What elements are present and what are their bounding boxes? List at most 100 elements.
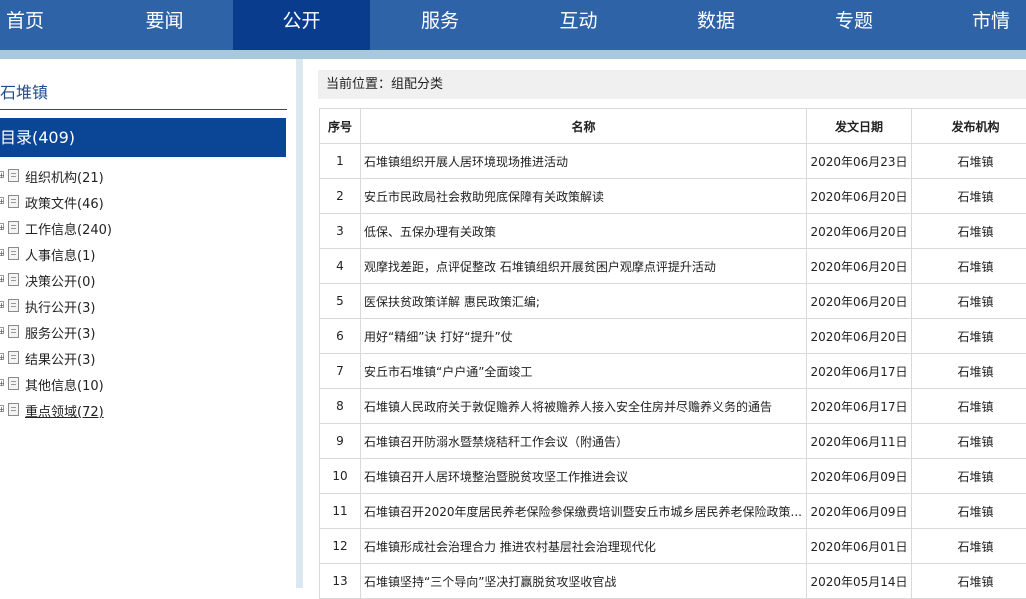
- expand-icon[interactable]: +: [0, 171, 4, 178]
- tree-item-label[interactable]: 政策文件(46): [25, 193, 104, 212]
- row-title-link[interactable]: 低保、五保办理有关政策: [361, 214, 807, 249]
- table-row: 11 石堆镇召开2020年度居民养老保险参保缴费培训暨安丘市城乡居民养老保险政策…: [320, 494, 1026, 529]
- row-num: 9: [320, 424, 361, 459]
- table-row: 2 安丘市民政局社会救助兜底保障有关政策解读 2020年06月20日 石堆镇: [320, 179, 1026, 214]
- row-date: 2020年05月14日: [807, 564, 912, 599]
- table-row: 5 医保扶贫政策详解 惠民政策汇编; 2020年06月20日 石堆镇: [320, 284, 1026, 319]
- tree-item-label[interactable]: 人事信息(1): [25, 245, 95, 264]
- document-icon: [8, 299, 19, 312]
- expand-icon[interactable]: +: [0, 353, 4, 360]
- nav-item-public[interactable]: 公开: [233, 0, 370, 50]
- row-num: 13: [320, 564, 361, 599]
- row-title-link[interactable]: 安丘市石堆镇“户户通”全面竣工: [361, 354, 807, 389]
- row-org: 石堆镇: [912, 529, 1026, 564]
- row-org: 石堆镇: [912, 319, 1026, 354]
- expand-icon[interactable]: +: [0, 327, 4, 334]
- row-date: 2020年06月20日: [807, 249, 912, 284]
- directory-header[interactable]: 目录(409): [0, 118, 286, 157]
- table-row: 6 用好“精细”诀 打好“提升”仗 2020年06月20日 石堆镇: [320, 319, 1026, 354]
- tree-item-label[interactable]: 决策公开(0): [25, 271, 95, 290]
- nav-item-news[interactable]: 要闻: [96, 0, 233, 50]
- row-org: 石堆镇: [912, 214, 1026, 249]
- town-divider: [0, 109, 287, 110]
- row-date: 2020年06月17日: [807, 389, 912, 424]
- header-date: 发文日期: [807, 109, 912, 144]
- top-nav: 首页 要闻 公开 服务 互动 数据 专题 市情: [0, 0, 1026, 50]
- row-org: 石堆镇: [912, 354, 1026, 389]
- nav-item-interact[interactable]: 互动: [510, 0, 647, 50]
- row-title-link[interactable]: 石堆镇组织开展人居环境现场推进活动: [361, 144, 807, 179]
- expand-icon[interactable]: +: [0, 249, 4, 256]
- table-row: 13 石堆镇坚持“三个导向”坚决打赢脱贫攻坚收官战 2020年05月14日 石堆…: [320, 564, 1026, 599]
- document-table: 序号 名称 发文日期 发布机构 1 石堆镇组织开展人居环境现场推进活动 2020…: [319, 108, 1026, 599]
- nav-item-data[interactable]: 数据: [647, 0, 785, 50]
- table-row: 10 石堆镇召开人居环境整治暨脱贫攻坚工作推进会议 2020年06月09日 石堆…: [320, 459, 1026, 494]
- row-num: 1: [320, 144, 361, 179]
- tree-item-label[interactable]: 其他信息(10): [25, 375, 104, 394]
- document-icon: [8, 221, 19, 234]
- row-num: 12: [320, 529, 361, 564]
- row-num: 5: [320, 284, 361, 319]
- nav-item-topic[interactable]: 专题: [785, 0, 923, 50]
- row-title-link[interactable]: 石堆镇召开防溺水暨禁烧秸秆工作会议（附通告）: [361, 424, 807, 459]
- row-num: 8: [320, 389, 361, 424]
- table-row: 12 石堆镇形成社会治理合力 推进农村基层社会治理现代化 2020年06月01日…: [320, 529, 1026, 564]
- expand-icon[interactable]: +: [0, 405, 4, 412]
- table-row: 3 低保、五保办理有关政策 2020年06月20日 石堆镇: [320, 214, 1026, 249]
- nav-item-home[interactable]: 首页: [0, 0, 64, 50]
- tree-item-label[interactable]: 工作信息(240): [25, 219, 112, 238]
- table-header-row: 序号 名称 发文日期 发布机构: [320, 109, 1026, 144]
- row-org: 石堆镇: [912, 424, 1026, 459]
- row-title-link[interactable]: 用好“精细”诀 打好“提升”仗: [361, 319, 807, 354]
- row-org: 石堆镇: [912, 494, 1026, 529]
- row-title-link[interactable]: 石堆镇坚持“三个导向”坚决打赢脱贫攻坚收官战: [361, 564, 807, 599]
- town-title[interactable]: 石堆镇: [0, 79, 48, 103]
- row-title-link[interactable]: 石堆镇形成社会治理合力 推进农村基层社会治理现代化: [361, 529, 807, 564]
- row-title-link[interactable]: 石堆镇召开人居环境整治暨脱贫攻坚工作推进会议: [361, 459, 807, 494]
- row-date: 2020年06月20日: [807, 179, 912, 214]
- tree-item-label[interactable]: 重点领域(72): [25, 401, 104, 420]
- tree-item-label[interactable]: 结果公开(3): [25, 349, 95, 368]
- document-icon: [8, 351, 19, 364]
- document-icon: [8, 195, 19, 208]
- document-icon: [8, 377, 19, 390]
- header-org: 发布机构: [912, 109, 1026, 144]
- row-num: 4: [320, 249, 361, 284]
- row-title-link[interactable]: 观摩找差距，点评促整改 石堆镇组织开展贫困户观摩点评提升活动: [361, 249, 807, 284]
- expand-icon[interactable]: +: [0, 379, 4, 386]
- row-org: 石堆镇: [912, 564, 1026, 599]
- table-row: 7 安丘市石堆镇“户户通”全面竣工 2020年06月17日 石堆镇: [320, 354, 1026, 389]
- row-num: 11: [320, 494, 361, 529]
- tree-item-label[interactable]: 组织机构(21): [25, 167, 104, 186]
- row-org: 石堆镇: [912, 459, 1026, 494]
- document-icon: [8, 169, 19, 182]
- breadcrumb: 当前位置：组配分类: [318, 70, 1026, 99]
- nav-item-city-info[interactable]: 市情: [954, 0, 1026, 50]
- tree-item-label[interactable]: 执行公开(3): [25, 297, 95, 316]
- expand-icon[interactable]: +: [0, 223, 4, 230]
- row-org: 石堆镇: [912, 389, 1026, 424]
- sidebar-separator: [296, 59, 303, 588]
- row-date: 2020年06月20日: [807, 284, 912, 319]
- row-org: 石堆镇: [912, 284, 1026, 319]
- row-date: 2020年06月11日: [807, 424, 912, 459]
- row-date: 2020年06月23日: [807, 144, 912, 179]
- row-title-link[interactable]: 石堆镇人民政府关于敦促赡养人将被赡养人接入安全住房并尽赡养义务的通告: [361, 389, 807, 424]
- row-num: 7: [320, 354, 361, 389]
- tree-item-label[interactable]: 服务公开(3): [25, 323, 95, 342]
- row-title-link[interactable]: 医保扶贫政策详解 惠民政策汇编;: [361, 284, 807, 319]
- header-name: 名称: [361, 109, 807, 144]
- row-title-link[interactable]: 石堆镇召开2020年度居民养老保险参保缴费培训暨安丘市城乡居民养老保险政策...: [361, 494, 807, 529]
- expand-icon[interactable]: +: [0, 301, 4, 308]
- document-icon: [8, 325, 19, 338]
- table-row: 4 观摩找差距，点评促整改 石堆镇组织开展贫困户观摩点评提升活动 2020年06…: [320, 249, 1026, 284]
- row-title-link[interactable]: 安丘市民政局社会救助兜底保障有关政策解读: [361, 179, 807, 214]
- document-icon: [8, 247, 19, 260]
- table-row: 8 石堆镇人民政府关于敦促赡养人将被赡养人接入安全住房并尽赡养义务的通告 202…: [320, 389, 1026, 424]
- row-date: 2020年06月20日: [807, 214, 912, 249]
- expand-icon[interactable]: +: [0, 275, 4, 282]
- row-org: 石堆镇: [912, 144, 1026, 179]
- table-row: 9 石堆镇召开防溺水暨禁烧秸秆工作会议（附通告） 2020年06月11日 石堆镇: [320, 424, 1026, 459]
- expand-icon[interactable]: +: [0, 197, 4, 204]
- nav-item-service[interactable]: 服务: [370, 0, 510, 50]
